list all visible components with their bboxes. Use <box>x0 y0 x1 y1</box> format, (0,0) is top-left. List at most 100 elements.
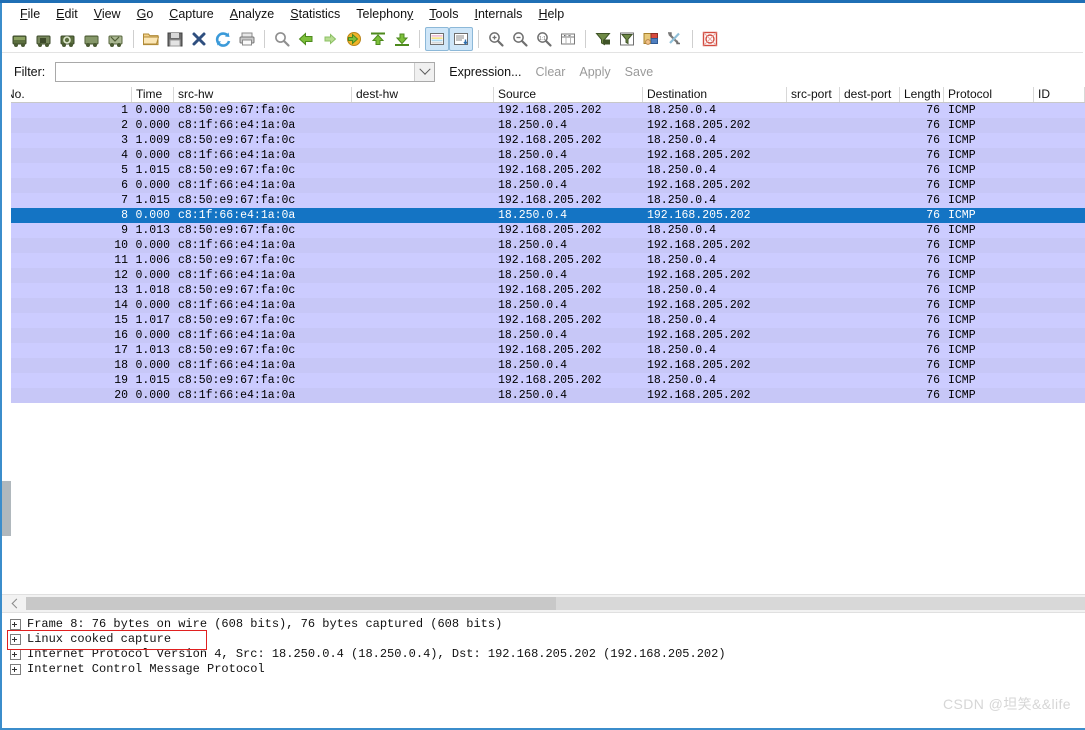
menu-item-edit[interactable]: Edit <box>48 5 86 23</box>
expand-plus-icon[interactable] <box>10 634 21 645</box>
scrollbar-thumb[interactable] <box>2 481 11 536</box>
packet-row[interactable]: 13 1.018 c8:50:e9:67:fa:0c 192.168.205.202 1… <box>2 283 1085 298</box>
zoom-out-icon[interactable] <box>508 27 532 51</box>
packet-row[interactable]: 18 0.000 c8:1f:66:e4:1a:0a 18.250.0.4 192.16… <box>2 358 1085 373</box>
detail-tree-item[interactable]: Linux cooked capture <box>2 632 1085 647</box>
column-header-src-port[interactable]: src-port <box>787 87 840 102</box>
column-header-src-hw[interactable]: src-hw <box>174 87 352 102</box>
column-header-length[interactable]: Length <box>900 87 944 102</box>
capture-filters-icon[interactable] <box>104 27 128 51</box>
packet-row[interactable]: 6 0.000 c8:1f:66:e4:1a:0a 18.250.0.4 192.168… <box>2 178 1085 193</box>
save-file-icon[interactable] <box>163 27 187 51</box>
go-last-packet-icon[interactable] <box>390 27 414 51</box>
packet-row[interactable]: 15 1.017 c8:50:e9:67:fa:0c 192.168.205.202 1… <box>2 313 1085 328</box>
scroll-left-arrow-icon[interactable] <box>8 595 24 612</box>
packet-row[interactable]: 10 0.000 c8:1f:66:e4:1a:0a 18.250.0.4 192.16… <box>2 238 1085 253</box>
menu-item-file[interactable]: File <box>12 5 48 23</box>
column-header-id[interactable]: ID <box>1034 87 1085 102</box>
packet-row[interactable]: 2 0.000 c8:1f:66:e4:1a:0a 18.250.0.4 192.168… <box>2 118 1085 133</box>
detail-tree-item[interactable]: Frame 8: 76 bytes on wire (608 bits), 76… <box>2 617 1085 632</box>
capture-filter-edit-icon[interactable] <box>591 27 615 51</box>
menu-item-internals[interactable]: Internals <box>466 5 530 23</box>
expand-plus-icon[interactable] <box>10 649 21 660</box>
colorize-icon[interactable] <box>425 26 449 51</box>
packet-row[interactable]: 12 0.000 c8:1f:66:e4:1a:0a 18.250.0.4 192.16… <box>2 268 1085 283</box>
filter-history-dropdown[interactable] <box>414 63 435 81</box>
packet-row[interactable]: 11 1.006 c8:50:e9:67:fa:0c 192.168.205.202 1… <box>2 253 1085 268</box>
zoom-reset-icon[interactable]: 1:1 <box>532 27 556 51</box>
packet-list-vertical-scrollbar[interactable] <box>2 86 11 590</box>
packet-details-pane[interactable]: Frame 8: 76 bytes on wire (608 bits), 76… <box>2 614 1085 728</box>
hscrollbar-track[interactable] <box>556 597 1085 610</box>
help-contents-icon[interactable] <box>698 27 722 51</box>
packet-row[interactable]: 14 0.000 c8:1f:66:e4:1a:0a 18.250.0.4 192.16… <box>2 298 1085 313</box>
packet-row[interactable]: 4 0.000 c8:1f:66:e4:1a:0a 18.250.0.4 192.168… <box>2 148 1085 163</box>
start-capture-icon[interactable] <box>8 27 32 51</box>
menu-item-analyze[interactable]: Analyze <box>222 5 282 23</box>
expand-plus-icon[interactable] <box>10 664 21 675</box>
packet-row[interactable]: 3 1.009 c8:50:e9:67:fa:0c 192.168.205.202 18… <box>2 133 1085 148</box>
packet-row[interactable]: 1 0.000 c8:50:e9:67:fa:0c 192.168.205.202 18… <box>2 103 1085 118</box>
column-header-no[interactable]: No. <box>2 87 132 102</box>
close-file-icon[interactable] <box>187 27 211 51</box>
packet-row[interactable]: 19 1.015 c8:50:e9:67:fa:0c 192.168.205.202 1… <box>2 373 1085 388</box>
packet-row[interactable]: 20 0.000 c8:1f:66:e4:1a:0a 18.250.0.4 192.16… <box>2 388 1085 403</box>
column-header-source[interactable]: Source <box>494 87 643 102</box>
filter-clear-button[interactable]: Clear <box>536 65 566 79</box>
go-back-icon[interactable] <box>294 27 318 51</box>
column-header-time[interactable]: Time <box>132 87 174 102</box>
packet-row[interactable]: 16 0.000 c8:1f:66:e4:1a:0a 18.250.0.4 192.16… <box>2 328 1085 343</box>
reload-icon[interactable] <box>211 27 235 51</box>
column-header-dest-hw[interactable]: dest-hw <box>352 87 494 102</box>
stop-capture-icon[interactable] <box>32 27 56 51</box>
coloring-rules-icon[interactable] <box>639 27 663 51</box>
column-header-protocol[interactable]: Protocol <box>944 87 1034 102</box>
menu-item-statistics[interactable]: Statistics <box>282 5 348 23</box>
print-icon[interactable] <box>235 27 259 51</box>
packet-row[interactable]: 9 1.013 c8:50:e9:67:fa:0c 192.168.205.202 18… <box>2 223 1085 238</box>
cell-protocol: ICMP <box>948 284 976 297</box>
cell-src-hw: c8:1f:66:e4:1a:0a <box>178 209 296 222</box>
filter-save-button[interactable]: Save <box>625 65 654 79</box>
hscrollbar-thumb[interactable] <box>26 597 556 610</box>
go-first-packet-icon[interactable] <box>366 27 390 51</box>
detail-tree-item[interactable]: Internet Protocol Version 4, Src: 18.250… <box>2 647 1085 662</box>
packet-list-pane[interactable]: No. Time src-hw dest-hw Source Destination src… <box>2 86 1085 590</box>
packet-row[interactable]: 7 1.015 c8:50:e9:67:fa:0c 192.168.205.202 18… <box>2 193 1085 208</box>
menu-item-view[interactable]: View <box>86 5 129 23</box>
packet-row[interactable]: 17 1.013 c8:50:e9:67:fa:0c 192.168.205.202 1… <box>2 343 1085 358</box>
filter-expression-button[interactable]: Expression... <box>449 65 521 79</box>
display-filter-edit-icon[interactable] <box>615 27 639 51</box>
display-filter-input[interactable] <box>56 63 423 81</box>
cell-destination: 18.250.0.4 <box>647 104 717 117</box>
packet-list-horizontal-scrollbar[interactable] <box>2 594 1085 613</box>
preferences-icon[interactable] <box>663 27 687 51</box>
cell-source: 192.168.205.202 <box>498 224 602 237</box>
go-forward-icon[interactable] <box>318 27 342 51</box>
packet-row[interactable]: 8 0.000 c8:1f:66:e4:1a:0a 18.250.0.4 192.168… <box>2 208 1085 223</box>
menu-item-help[interactable]: Help <box>530 5 572 23</box>
resize-columns-icon[interactable] <box>556 27 580 51</box>
find-packet-icon[interactable] <box>270 27 294 51</box>
menu-item-capture[interactable]: Capture <box>161 5 221 23</box>
zoom-in-icon[interactable] <box>484 27 508 51</box>
detail-tree-item[interactable]: Internet Control Message Protocol <box>2 662 1085 677</box>
cell-destination: 192.168.205.202 <box>647 209 751 222</box>
column-header-destination[interactable]: Destination <box>643 87 787 102</box>
capture-options-icon[interactable] <box>80 27 104 51</box>
restart-capture-icon[interactable] <box>56 27 80 51</box>
auto-scroll-icon[interactable] <box>449 26 473 51</box>
open-file-icon[interactable] <box>139 27 163 51</box>
packet-list-rows[interactable]: 1 0.000 c8:50:e9:67:fa:0c 192.168.205.202 18… <box>2 103 1085 403</box>
packet-list-header[interactable]: No. Time src-hw dest-hw Source Destination src… <box>2 86 1085 103</box>
cell-destination: 18.250.0.4 <box>647 284 717 297</box>
filter-input-wrapper[interactable] <box>55 62 436 82</box>
menu-item-go[interactable]: Go <box>129 5 162 23</box>
go-to-packet-icon[interactable] <box>342 27 366 51</box>
expand-plus-icon[interactable] <box>10 619 21 630</box>
column-header-dest-port[interactable]: dest-port <box>840 87 900 102</box>
menu-item-tools[interactable]: Tools <box>421 5 466 23</box>
menu-item-telephony[interactable]: Telephony <box>348 5 421 23</box>
packet-row[interactable]: 5 1.015 c8:50:e9:67:fa:0c 192.168.205.202 18… <box>2 163 1085 178</box>
filter-apply-button[interactable]: Apply <box>579 65 610 79</box>
